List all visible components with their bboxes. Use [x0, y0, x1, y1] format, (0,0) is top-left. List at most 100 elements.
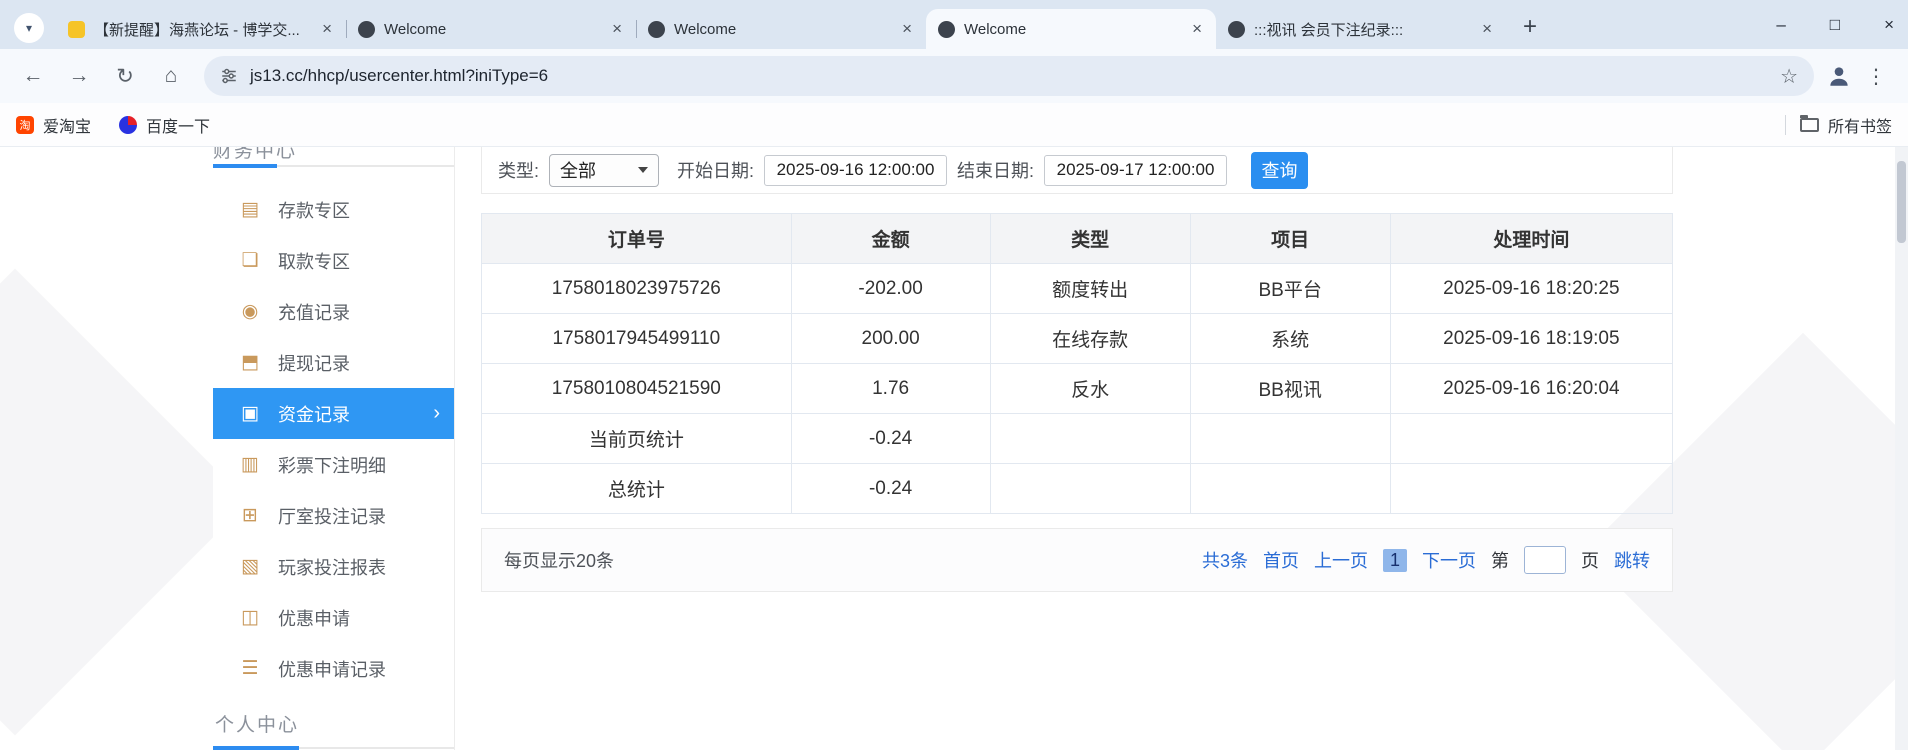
- jump-link[interactable]: 跳转: [1614, 547, 1650, 573]
- section-underline: [213, 746, 454, 750]
- home-button[interactable]: ⌂: [150, 55, 192, 97]
- table-row: 1758018023975726 -202.00 额度转出 BB平台 2025-…: [481, 263, 1674, 314]
- refresh-button[interactable]: ↻: [104, 55, 146, 97]
- sidebar-item-lottery-bet-detail[interactable]: ▥ 彩票下注明细: [213, 439, 454, 490]
- browser-tab[interactable]: 【新提醒】海燕论坛 - 博学交... ×: [56, 9, 346, 49]
- cell-project: 系统: [1189, 313, 1391, 364]
- start-date-input[interactable]: [764, 154, 948, 186]
- tab-close-icon[interactable]: ×: [1480, 19, 1494, 39]
- start-date-label: 开始日期:: [677, 161, 755, 181]
- column-header: 类型: [989, 213, 1191, 264]
- cell-empty: [1389, 413, 1674, 464]
- tab-search-button[interactable]: ▾: [14, 13, 44, 43]
- deposit-card-icon: ▤: [241, 199, 259, 220]
- cell-empty: [989, 463, 1191, 514]
- window-controls: – □ ×: [1776, 0, 1894, 49]
- cell-type: 额度转出: [989, 263, 1191, 314]
- cell-order-no: 1758018023975726: [481, 263, 792, 314]
- jump-prefix-label: 第: [1491, 551, 1509, 571]
- player-bet-report-icon: ▧: [241, 556, 259, 577]
- url-text[interactable]: js13.cc/hhcp/usercenter.html?iniType=6: [250, 66, 1768, 86]
- taobao-icon: 淘: [16, 115, 34, 134]
- lottery-bet-detail-icon: ▥: [241, 454, 259, 475]
- first-page-link[interactable]: 首页: [1263, 547, 1299, 573]
- browser-tab[interactable]: Welcome ×: [636, 9, 926, 49]
- cell-summary-label: 总统计: [481, 463, 792, 514]
- sidebar-item-withdrawal-record[interactable]: ⬒ 提现记录: [213, 337, 454, 388]
- sidebar-item-hall-bet-record[interactable]: ⊞ 厅室投注记录: [213, 490, 454, 541]
- prev-page-link[interactable]: 上一页: [1314, 547, 1368, 573]
- page-number-input[interactable]: [1524, 546, 1566, 574]
- bookmark-item[interactable]: 淘 爱淘宝: [16, 113, 91, 137]
- site-info-icon[interactable]: [220, 67, 238, 85]
- close-window-button[interactable]: ×: [1884, 15, 1894, 35]
- sidebar-item-withdraw[interactable]: ❏ 取款专区: [213, 235, 454, 286]
- sidebar-item-label: 优惠申请记录: [278, 659, 386, 680]
- browser-menu-icon[interactable]: ⋮: [1856, 64, 1896, 89]
- new-tab-button[interactable]: +: [1514, 13, 1546, 41]
- table-row: 1758010804521590 1.76 反水 BB视讯 2025-09-16…: [481, 363, 1674, 414]
- tab-title: :::视讯 会员下注纪录:::: [1254, 21, 1404, 39]
- search-button[interactable]: 查询: [1251, 151, 1309, 189]
- globe-favicon: [648, 20, 665, 38]
- column-header: 处理时间: [1389, 213, 1674, 264]
- maximize-button[interactable]: □: [1830, 15, 1840, 35]
- table-row: 1758017945499110 200.00 在线存款 系统 2025-09-…: [481, 313, 1674, 364]
- sidebar-item-promo-apply-record[interactable]: ☰ 优惠申请记录: [213, 643, 454, 694]
- page-scrollbar[interactable]: [1895, 147, 1908, 750]
- cell-empty: [989, 413, 1191, 464]
- end-date-label: 结束日期:: [957, 161, 1035, 181]
- bookmark-item[interactable]: 百度一下: [119, 113, 210, 137]
- bookmark-label: 百度一下: [146, 118, 211, 136]
- profile-icon[interactable]: [1826, 63, 1852, 89]
- cell-project: BB平台: [1189, 263, 1391, 314]
- section-underline: [213, 164, 454, 168]
- recharge-record-icon: ◉: [241, 301, 259, 322]
- forward-button[interactable]: →: [58, 55, 100, 97]
- type-select[interactable]: 全部: [549, 153, 660, 187]
- tab-close-icon[interactable]: ×: [1190, 19, 1204, 39]
- sidebar-item-player-bet-report[interactable]: ▧ 玩家投注报表: [213, 541, 454, 592]
- cell-order-no: 1758017945499110: [481, 313, 792, 364]
- pagination-bar: 每页显示20条 共3条 首页 上一页 1 下一页 第 页 跳转: [481, 528, 1673, 592]
- baidu-icon: [119, 115, 138, 134]
- sidebar-item-recharge-record[interactable]: ◉ 充值记录: [213, 286, 454, 337]
- funds-record-table: 订单号 金额 类型 项目 处理时间 1758018023975726 -202.…: [481, 213, 1674, 514]
- minimize-button[interactable]: –: [1776, 15, 1785, 35]
- folder-icon: [1799, 114, 1819, 132]
- sidebar-section-finance: 财务中心: [213, 147, 298, 162]
- cell-time: 2025-09-16 18:20:25: [1389, 263, 1674, 314]
- sidebar-item-label: 厅室投注记录: [278, 506, 386, 527]
- browser-toolbar: ← → ↻ ⌂ js13.cc/hhcp/usercenter.html?ini…: [0, 49, 1908, 103]
- next-page-link[interactable]: 下一页: [1422, 547, 1476, 573]
- sidebar-menu: ▤ 存款专区 ❏ 取款专区 ◉ 充值记录 ⬒ 提现记录 ▣ 资金记录 › ▥ 彩…: [213, 184, 454, 694]
- cell-amount: -0.24: [790, 463, 991, 514]
- all-bookmarks-button[interactable]: 所有书签: [1799, 113, 1892, 137]
- tab-close-icon[interactable]: ×: [900, 19, 914, 39]
- sidebar-item-label: 取款专区: [278, 251, 350, 272]
- globe-favicon: [938, 20, 955, 38]
- sidebar-item-deposit[interactable]: ▤ 存款专区: [213, 184, 454, 235]
- browser-tab-active[interactable]: Welcome ×: [926, 9, 1216, 49]
- cell-amount: -0.24: [790, 413, 991, 464]
- end-date-input[interactable]: [1044, 154, 1228, 186]
- bookmark-star-icon[interactable]: ☆: [1780, 64, 1798, 89]
- url-bar[interactable]: js13.cc/hhcp/usercenter.html?iniType=6 ☆: [204, 56, 1814, 96]
- tab-close-icon[interactable]: ×: [610, 19, 624, 39]
- bookmarks-divider: [1784, 114, 1786, 135]
- scrollbar-thumb[interactable]: [1897, 161, 1906, 243]
- table-summary-row: 当前页统计 -0.24: [481, 413, 1674, 464]
- cell-type: 在线存款: [989, 313, 1191, 364]
- sidebar-item-label: 存款专区: [278, 200, 350, 221]
- tab-title: Welcome: [674, 20, 737, 38]
- sidebar-item-label: 提现记录: [278, 353, 350, 374]
- browser-tab[interactable]: :::视讯 会员下注纪录::: ×: [1216, 9, 1506, 49]
- back-button[interactable]: ←: [12, 55, 54, 97]
- cell-empty: [1189, 413, 1391, 464]
- tab-close-icon[interactable]: ×: [320, 19, 334, 39]
- browser-tab[interactable]: Welcome ×: [346, 9, 636, 49]
- per-page-label: 每页显示20条: [504, 551, 615, 571]
- page-content: 财务中心 ▤ 存款专区 ❏ 取款专区 ◉ 充值记录 ⬒ 提现记录 ▣ 资金记录: [0, 147, 1908, 750]
- sidebar-item-funds-record[interactable]: ▣ 资金记录 ›: [213, 388, 454, 439]
- sidebar-item-promo-apply[interactable]: ◫ 优惠申请: [213, 592, 454, 643]
